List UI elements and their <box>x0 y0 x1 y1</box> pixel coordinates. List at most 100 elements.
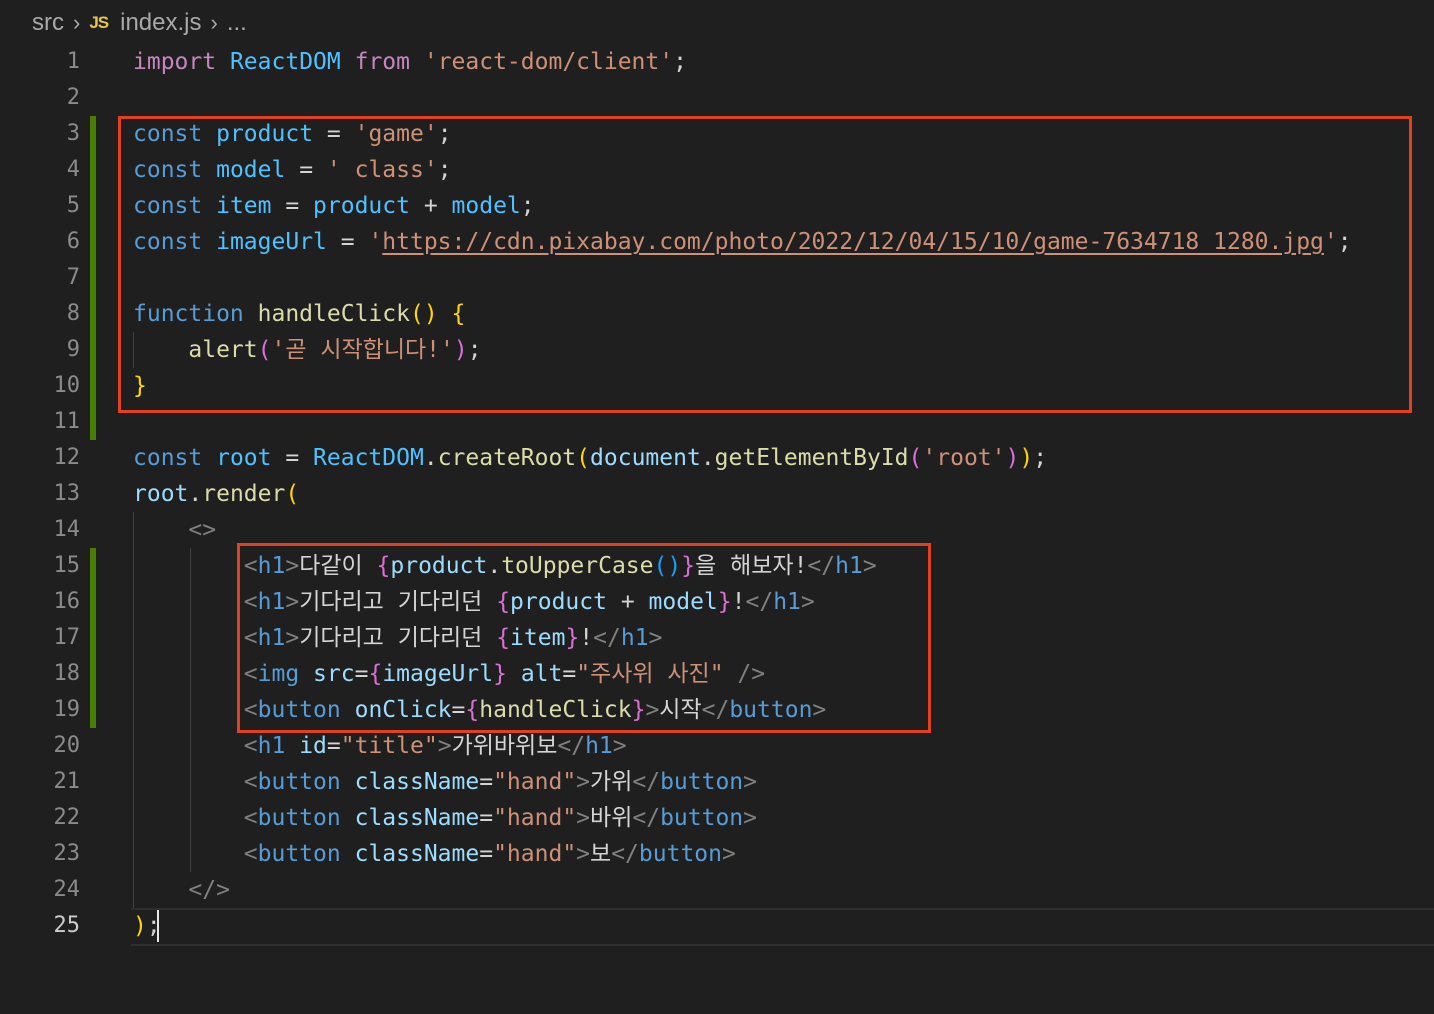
line-number: 25 <box>53 913 81 938</box>
code-token: <> <box>188 517 217 543</box>
line-number: 6 <box>66 229 80 254</box>
line-number: 10 <box>53 373 81 398</box>
code-token: "hand" <box>493 805 577 831</box>
line-number: 20 <box>53 733 81 758</box>
code-line[interactable]: 1 import ReactDOM from 'react-dom/client'… <box>0 44 1434 80</box>
breadcrumb: src › JS index.js › ... <box>32 6 247 40</box>
chevron-right-icon: › <box>73 10 81 35</box>
code-token: = <box>479 841 494 867</box>
code-token: ; <box>673 49 687 75</box>
code-token: > <box>743 769 758 795</box>
code-text: <> <box>133 512 216 548</box>
line-number: 11 <box>53 409 81 434</box>
code-token: . <box>423 445 438 471</box>
code-token: "title" <box>340 733 438 759</box>
code-token: import <box>133 49 217 75</box>
code-line[interactable]: 2 <box>0 80 1434 116</box>
line-number: 15 <box>53 553 81 578</box>
line-number: 14 <box>53 517 81 542</box>
code-token: ReactDOM <box>313 445 424 471</box>
code-token: "hand" <box>493 841 577 867</box>
line-number: 5 <box>66 193 80 218</box>
code-token: > <box>743 805 758 831</box>
code-line[interactable]: 24 </> <box>0 872 1434 908</box>
line-number: 18 <box>53 661 81 686</box>
code-token: . <box>700 445 715 471</box>
code-token: 'react-dom/client' <box>423 49 674 75</box>
line-number: 2 <box>66 85 80 110</box>
code-line[interactable]: 13 root.render( <box>0 476 1434 512</box>
code-token: </ <box>632 805 661 831</box>
line-number: 8 <box>66 301 80 326</box>
code-token: > <box>437 733 452 759</box>
code-token: </> <box>188 877 230 903</box>
code-line[interactable]: 25); <box>0 908 1434 944</box>
code-text: <button className="hand">가위</button> <box>133 764 757 800</box>
code-token: ( <box>908 445 923 471</box>
code-token: < <box>243 841 258 867</box>
code-token: > <box>576 805 591 831</box>
code-text: import ReactDOM from 'react-dom/client'; <box>133 44 687 80</box>
line-number: 23 <box>53 841 81 866</box>
line-number: 9 <box>66 337 80 362</box>
code-token: </ <box>611 841 639 867</box>
code-token: > <box>576 841 591 867</box>
code-token: = <box>479 805 494 831</box>
code-token: 'root' <box>922 445 1006 471</box>
code-token: </ <box>557 733 586 759</box>
line-number: 3 <box>66 121 80 146</box>
code-token: = <box>326 733 341 759</box>
code-token: > <box>612 733 627 759</box>
line-number: 12 <box>53 445 81 470</box>
breadcrumb-folder-src[interactable]: src <box>32 9 64 37</box>
code-token: id <box>299 733 327 759</box>
line-number: 1 <box>66 49 80 74</box>
code-token: < <box>243 733 258 759</box>
code-token: h1 <box>585 733 613 759</box>
annotation-box-jsx-elements <box>237 543 931 733</box>
breadcrumb-file-index-js[interactable]: index.js <box>120 9 201 37</box>
code-token: button <box>660 769 744 795</box>
line-number: 21 <box>53 769 81 794</box>
code-text: <button className="hand">바위</button> <box>133 800 757 836</box>
code-token: . <box>188 481 203 507</box>
code-token: < <box>243 769 258 795</box>
breadcrumb-more-symbols[interactable]: ... <box>227 9 247 37</box>
code-token: ; <box>1033 445 1048 471</box>
code-token: > <box>722 841 736 867</box>
code-token: ReactDOM <box>229 49 341 75</box>
code-text: <button className="hand">보</button> <box>133 836 736 872</box>
code-token: button <box>638 841 722 867</box>
code-token: button <box>257 841 341 867</box>
code-line[interactable]: 20 <h1 id="title">가위바위보</h1> <box>0 728 1434 764</box>
code-line[interactable]: 22 <button className="hand">바위</button> <box>0 800 1434 836</box>
line-number: 13 <box>53 481 81 506</box>
code-line[interactable]: 12 const root = ReactDOM.createRoot(docum… <box>0 440 1434 476</box>
code-token: const <box>133 445 203 471</box>
code-token: ) <box>133 913 147 939</box>
code-token: h1 <box>257 733 286 759</box>
code-line[interactable]: 21 <button className="hand">가위</button> <box>0 764 1434 800</box>
code-line[interactable]: 23 <button className="hand">보</button> <box>0 836 1434 872</box>
line-number: 7 <box>66 265 80 290</box>
code-token: ( <box>285 481 300 507</box>
line-number: 17 <box>53 625 81 650</box>
code-token: document <box>590 445 701 471</box>
code-text: const root = ReactDOM.createRoot(documen… <box>133 440 1047 476</box>
line-number: 22 <box>53 805 81 830</box>
code-token: "hand" <box>493 769 577 795</box>
code-token: getElementById <box>714 445 909 471</box>
line-number: 4 <box>66 157 80 182</box>
code-token: className <box>354 769 480 795</box>
